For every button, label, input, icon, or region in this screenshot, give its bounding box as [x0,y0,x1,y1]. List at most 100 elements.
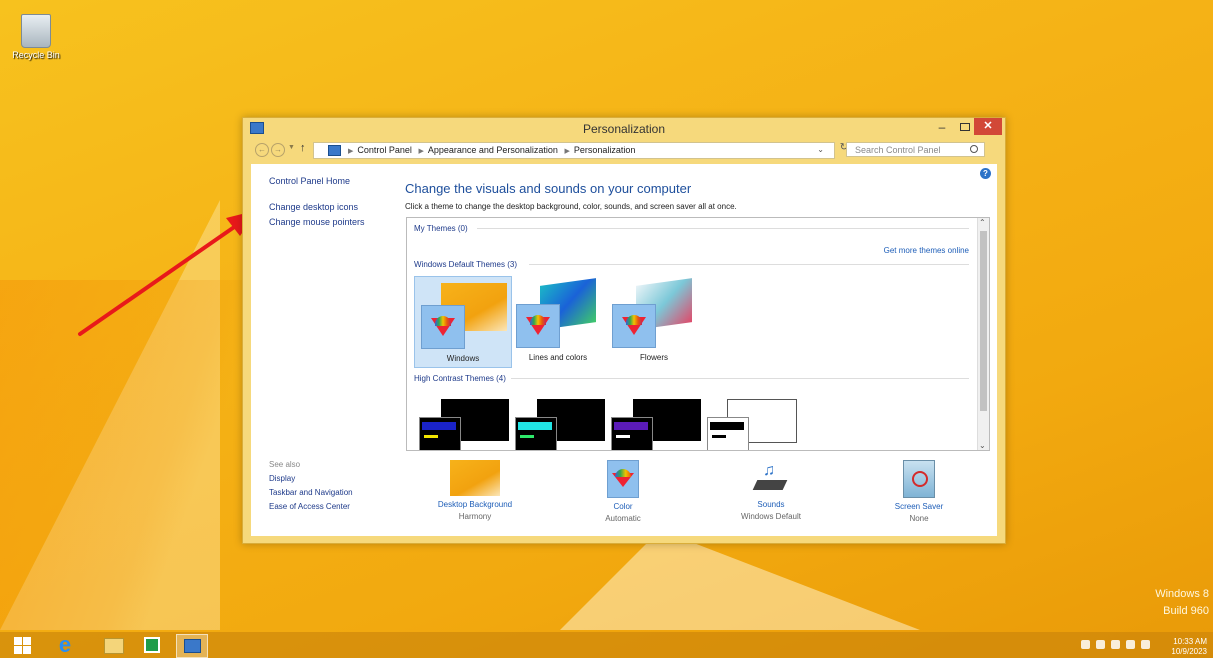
scroll-thumb[interactable] [980,231,987,411]
setting-name: Color [613,502,633,511]
volume-icon[interactable] [1141,640,1150,649]
address-chevron-down-icon[interactable]: ⌄ [817,145,824,154]
hc-bar [424,435,438,438]
breadcrumb-control-panel[interactable]: Control Panel [357,145,412,155]
up-button[interactable]: ↑ [300,142,306,154]
get-more-themes-link[interactable]: Get more themes online [884,246,969,255]
setting-name: Sounds [757,500,785,509]
theme-label: Lines and colors [528,353,588,362]
forward-button[interactable]: → [271,143,285,157]
theme-high-contrast-3[interactable] [611,399,701,450]
network-icon[interactable] [1126,640,1135,649]
change-mouse-pointers-link[interactable]: Change mouse pointers [269,217,389,227]
clock-time: 10:33 AM [1173,637,1207,646]
page-title: Change the visuals and sounds on your co… [405,181,692,196]
watermark-line: Windows 8 [1155,588,1209,600]
ease-of-access-link[interactable]: Ease of Access Center [269,502,353,511]
hc-bar [614,422,648,430]
store-icon[interactable] [138,634,168,656]
themes-scrollbar[interactable]: ⌃ ⌄ [977,218,989,450]
help-icon[interactable]: ? [980,168,991,179]
clock-date: 10/9/2023 [1171,647,1207,656]
tray-icon[interactable] [1081,640,1090,649]
tray-icon[interactable] [1111,640,1120,649]
sounds-setting[interactable]: ♫ Sounds Windows Default [711,460,831,521]
watermark-line: Build 960 [1163,605,1209,617]
back-button[interactable]: ← [255,143,269,157]
window-title: Personalization [582,122,666,136]
scroll-up-icon[interactable]: ⌃ [979,218,986,227]
left-pane: Control Panel Home Change desktop icons … [269,176,389,232]
breadcrumb-appearance[interactable]: Appearance and Personalization [428,145,558,155]
color-palette-icon [421,305,465,349]
address-bar[interactable]: ▶ Control Panel ▶ Appearance and Personali… [313,142,835,159]
screen-saver-icon [903,460,935,498]
personalization-window: Personalization – ✕ ← → ▼ ↑ ▶ Control Pan… [242,117,1006,544]
see-also-header: See also [269,460,301,469]
setting-name: Desktop Background [437,500,513,509]
high-contrast-header: High Contrast Themes (4) [414,374,506,383]
taskbar: e 10:33 AM 10/9/2023 [0,632,1213,658]
setting-value: Automatic [605,514,641,523]
setting-value: None [909,514,929,523]
color-palette-icon [612,304,656,348]
hc-bar [422,422,456,430]
hc-bar [710,422,744,430]
color-palette-icon [516,304,560,348]
divider [529,264,969,265]
clock[interactable]: 10:33 AM 10/9/2023 [1171,637,1207,657]
search-placeholder: Search Control Panel [855,145,941,155]
hc-preview [611,417,653,450]
change-desktop-icons-link[interactable]: Change desktop icons [269,202,389,212]
theme-label: Windows [446,354,480,363]
see-also-section: See also Display Taskbar and Navigation … [269,460,353,516]
page-subtitle: Click a theme to change the desktop back… [405,202,737,211]
internet-explorer-icon[interactable]: e [50,634,80,656]
theme-flowers[interactable]: Flowers [606,276,702,366]
hc-preview [515,417,557,450]
content-area: ? Control Panel Home Change desktop icon… [251,164,997,536]
maximize-button[interactable] [953,120,975,134]
close-button[interactable]: ✕ [974,118,1002,135]
windows-watermark: Windows 8 Build 960 [1155,586,1209,620]
setting-name: Screen Saver [894,502,944,511]
divider [477,228,969,229]
theme-label: Flowers [639,353,668,362]
search-input[interactable]: Search Control Panel [846,142,985,157]
breadcrumb-personalization[interactable]: Personalization [574,145,636,155]
control-panel-taskbar-icon[interactable] [176,634,208,658]
setting-value: Windows Default [740,512,802,521]
theme-high-contrast-white[interactable] [707,399,797,450]
recent-locations-chevron-icon[interactable]: ▼ [288,144,295,151]
tray-icon[interactable] [1096,640,1105,649]
hc-preview [419,417,461,450]
wallpaper-shape [560,530,920,630]
hc-bar [616,435,630,438]
desktop-background-setting[interactable]: Desktop Background Harmony [415,460,535,521]
bottom-settings: See also Display Taskbar and Navigation … [251,460,997,536]
theme-lines-and-colors[interactable]: Lines and colors [510,276,606,366]
minimize-button[interactable]: – [931,120,953,134]
screen-saver-setting[interactable]: Screen Saver None [859,460,979,523]
control-panel-icon [328,145,341,156]
control-panel-home-link[interactable]: Control Panel Home [269,176,389,186]
search-icon[interactable] [970,145,978,153]
hc-bar [520,435,534,438]
theme-windows[interactable]: Windows [414,276,512,368]
color-setting[interactable]: Color Automatic [563,460,683,523]
desktop-background-icon [450,460,500,496]
theme-high-contrast-2[interactable] [515,399,605,450]
hc-bar [712,435,726,438]
start-button[interactable] [8,634,38,656]
taskbar-navigation-link[interactable]: Taskbar and Navigation [269,488,353,497]
display-link[interactable]: Display [269,474,353,483]
file-explorer-icon[interactable] [98,634,128,656]
theme-high-contrast-1[interactable] [419,399,509,450]
themes-list[interactable]: My Themes (0) Get more themes online Win… [406,217,990,451]
system-tray[interactable] [1081,640,1153,652]
my-themes-header: My Themes (0) [414,224,468,233]
divider [511,378,969,379]
scroll-down-icon[interactable]: ⌄ [979,441,986,450]
breadcrumb: ▶ Control Panel ▶ Appearance and Personali… [348,145,636,155]
title-bar[interactable]: Personalization – ✕ [243,118,1005,140]
